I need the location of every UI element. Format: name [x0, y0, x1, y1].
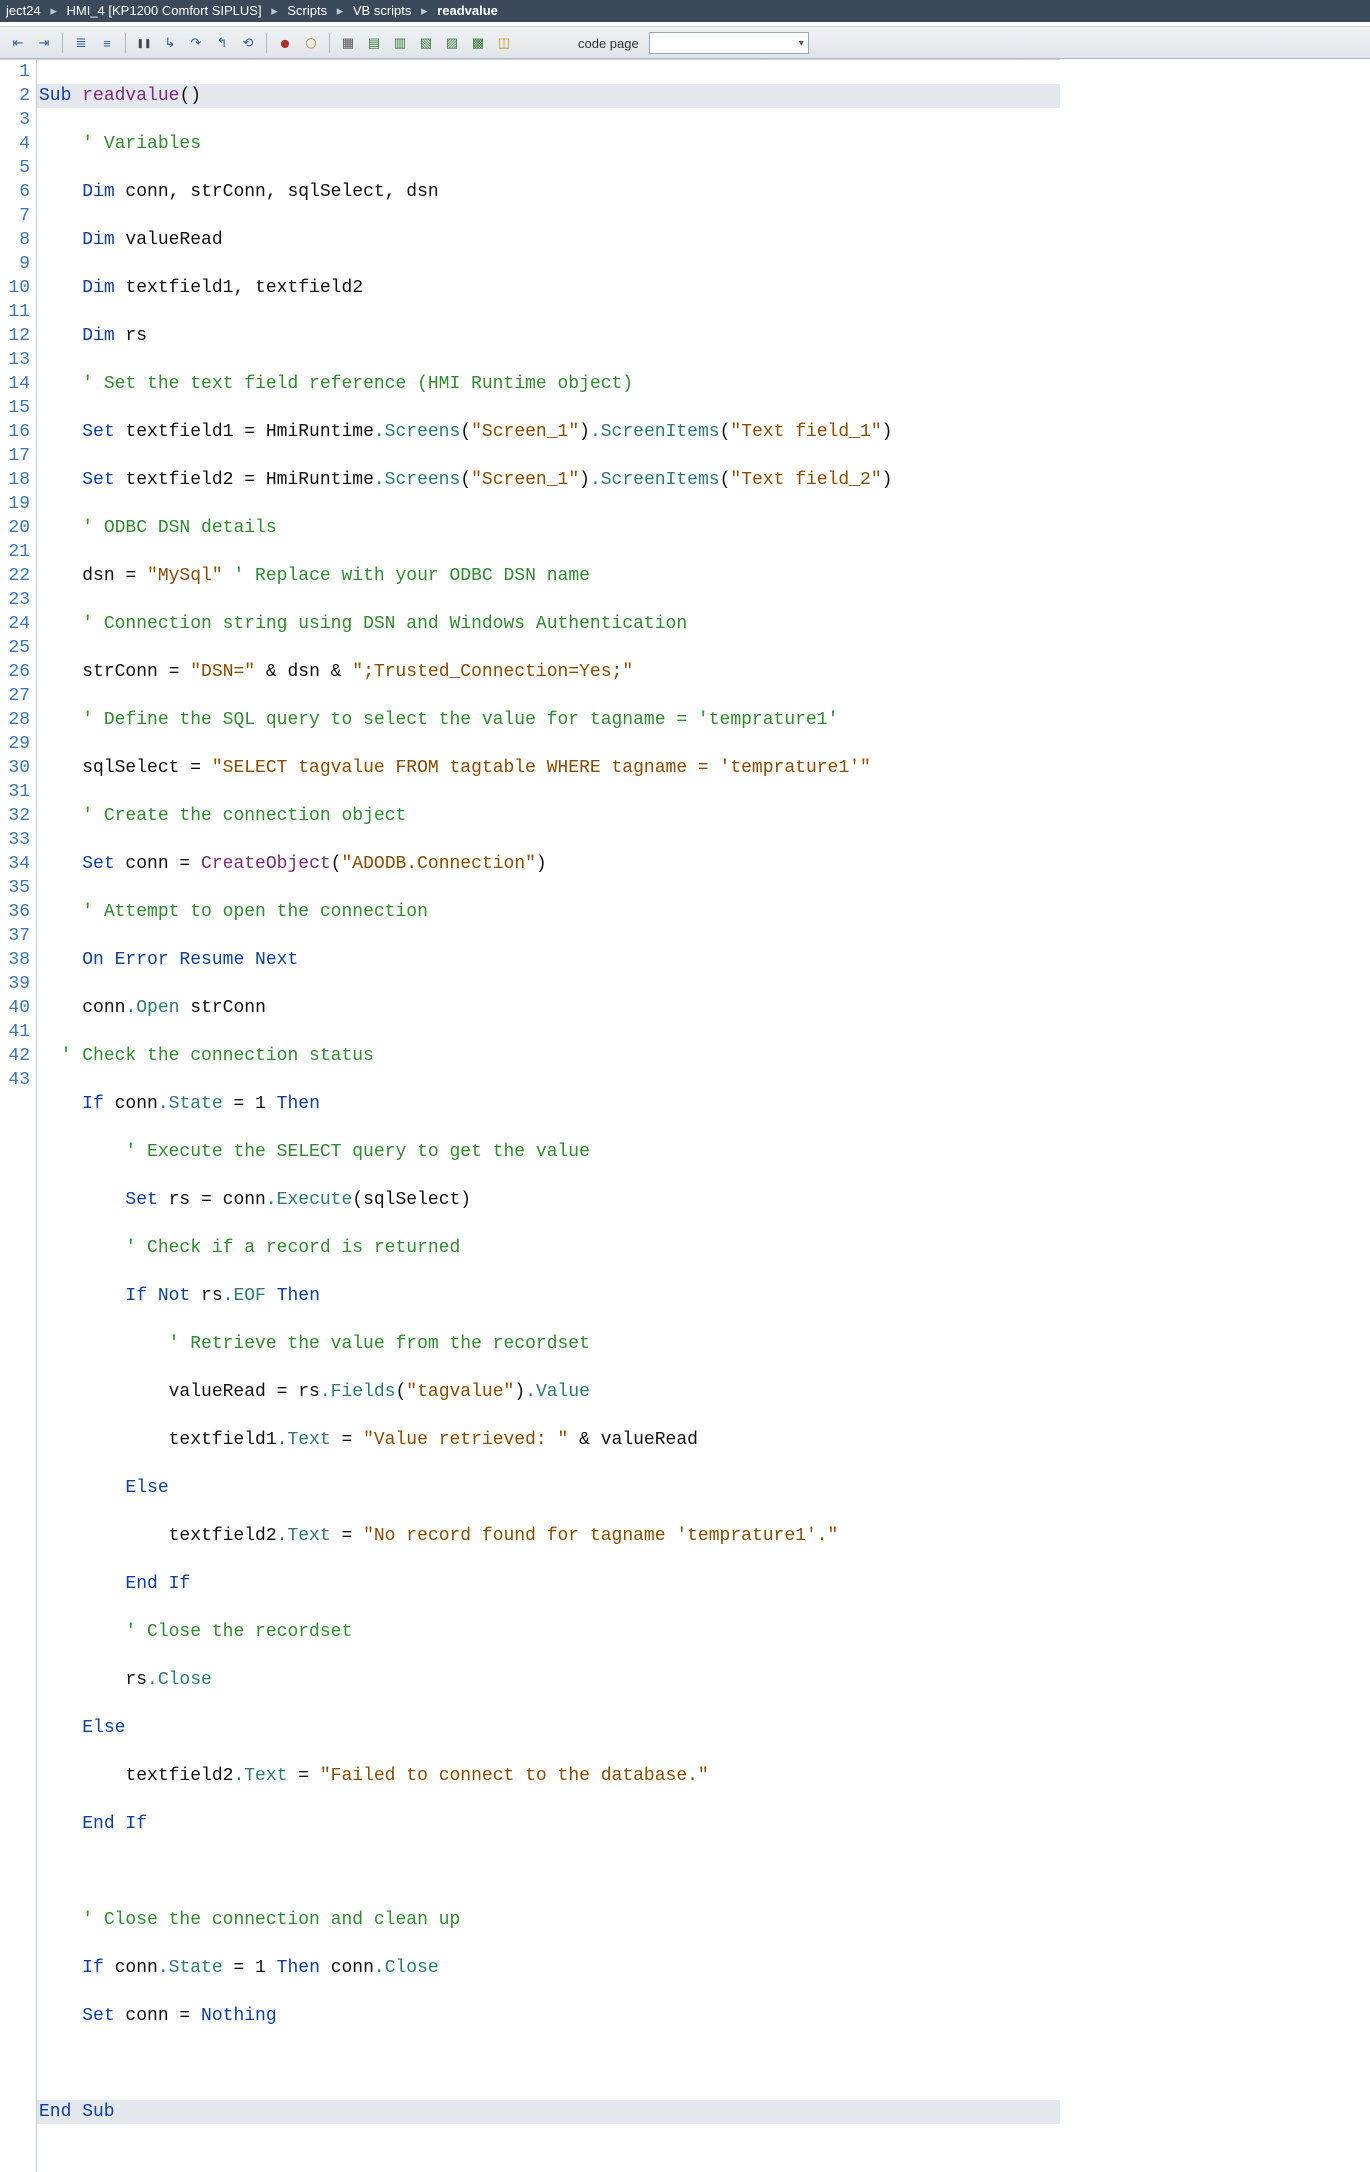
code-line: Set textfield1 = HmiRuntime.Screens("Scr…	[37, 420, 1060, 444]
script-toolbar: ⇤ ⇥ ≣ ≡ ❚❚ ↳ ↷ ↰ ⟲ ⬤ ◯ ▦ ▤ ▥ ▧ ▨ ▩ ◫ cod…	[0, 27, 1370, 59]
breakpoint-icon: ⬤	[281, 39, 290, 48]
code-line: End Sub	[37, 2100, 1060, 2124]
stop-icon: ⟲	[243, 35, 254, 51]
code-line: sqlSelect = "SELECT tagvalue FROM tagtab…	[37, 756, 1060, 780]
ref6-button[interactable]: ◫	[492, 31, 516, 55]
code-line: If conn.State = 1 Then conn.Close	[37, 1956, 1060, 1980]
step-over-button[interactable]: ↷	[184, 31, 208, 55]
code-line: dsn = "MySql" ' Replace with your ODBC D…	[37, 564, 1060, 588]
code-line	[37, 2052, 1060, 2076]
code-line: If conn.State = 1 Then	[37, 1092, 1060, 1116]
separator	[266, 33, 267, 53]
indent-icon: ⇥	[39, 35, 50, 51]
code-area[interactable]: Sub readvalue() ' Variables Dim conn, st…	[37, 60, 1060, 2172]
panel-icon: ▧	[420, 35, 432, 51]
comment-button[interactable]: ≣	[69, 31, 93, 55]
chevron-right-icon: ▸	[44, 0, 63, 22]
step-into-button[interactable]: ↳	[158, 31, 182, 55]
code-line: Dim conn, strConn, sqlSelect, dsn	[37, 180, 1060, 204]
code-line: textfield2.Text = "Failed to connect to …	[37, 1764, 1060, 1788]
code-line: ' Close the connection and clean up	[37, 1908, 1060, 1932]
code-line: Sub readvalue()	[37, 84, 1060, 108]
clear-breakpoint-button[interactable]: ◯	[299, 31, 323, 55]
panel-icon: ◫	[498, 35, 510, 51]
chevron-right-icon: ▸	[331, 0, 350, 22]
code-line: ' Execute the SELECT query to get the va…	[37, 1140, 1060, 1164]
code-line: ' Variables	[37, 132, 1060, 156]
chevron-right-icon: ▸	[265, 0, 284, 22]
code-line: End If	[37, 1572, 1060, 1596]
code-line: End If	[37, 1812, 1060, 1836]
ref5-button[interactable]: ▩	[466, 31, 490, 55]
panel-icon: ▤	[368, 35, 380, 51]
grid-button[interactable]: ▦	[336, 31, 360, 55]
code-line: Else	[37, 1476, 1060, 1500]
code-line: rs.Close	[37, 1668, 1060, 1692]
code-line: ' Close the recordset	[37, 1620, 1060, 1644]
code-line: ' Set the text field reference (HMI Runt…	[37, 372, 1060, 396]
ref4-button[interactable]: ▨	[440, 31, 464, 55]
step-out-button[interactable]: ↰	[210, 31, 234, 55]
codepage-label: code page	[578, 36, 639, 51]
code-line: Dim valueRead	[37, 228, 1060, 252]
breadcrumb-seg-scripts[interactable]: Scripts	[287, 3, 327, 18]
ref1-button[interactable]: ▤	[362, 31, 386, 55]
ref3-button[interactable]: ▧	[414, 31, 438, 55]
separator	[329, 33, 330, 53]
code-line: ' Retrieve the value from the recordset	[37, 1332, 1060, 1356]
breadcrumb-seg-current: readvalue	[437, 3, 498, 18]
list-icon: ≡	[103, 36, 111, 51]
outdent-icon: ⇤	[13, 35, 24, 51]
line-gutter: 1234567891011121314151617181920212223242…	[0, 60, 37, 2172]
outdent-button[interactable]: ⇤	[6, 31, 30, 55]
panel-icon: ▩	[472, 35, 484, 51]
code-line: valueRead = rs.Fields("tagvalue").Value	[37, 1380, 1060, 1404]
code-line: ' Check if a record is returned	[37, 1236, 1060, 1260]
panel-icon: ▥	[394, 35, 406, 51]
code-line: conn.Open strConn	[37, 996, 1060, 1020]
chevron-right-icon: ▸	[415, 0, 434, 22]
breadcrumb-seg-vbscripts[interactable]: VB scripts	[353, 3, 412, 18]
code-line: textfield2.Text = "No record found for t…	[37, 1524, 1060, 1548]
codepage-select[interactable]	[649, 32, 809, 54]
code-line: ' Attempt to open the connection	[37, 900, 1060, 924]
code-line: Set textfield2 = HmiRuntime.Screens("Scr…	[37, 468, 1060, 492]
code-line: On Error Resume Next	[37, 948, 1060, 972]
stop-button[interactable]: ⟲	[236, 31, 260, 55]
pause-button[interactable]: ❚❚	[132, 31, 156, 55]
code-line: ' Connection string using DSN and Window…	[37, 612, 1060, 636]
breadcrumb: ject24 ▸ HMI_4 [KP1200 Comfort SIPLUS] ▸…	[0, 0, 1370, 22]
step-into-icon: ↳	[165, 35, 176, 51]
breakpoint-button[interactable]: ⬤	[273, 31, 297, 55]
breadcrumb-seg-project[interactable]: ject24	[6, 3, 41, 18]
code-line: ' Define the SQL query to select the val…	[37, 708, 1060, 732]
code-line: ' ODBC DSN details	[37, 516, 1060, 540]
code-line: Set conn = CreateObject("ADODB.Connectio…	[37, 852, 1060, 876]
separator	[125, 33, 126, 53]
code-line: Dim textfield1, textfield2	[37, 276, 1060, 300]
code-line: strConn = "DSN=" & dsn & ";Trusted_Conne…	[37, 660, 1060, 684]
code-line: If Not rs.EOF Then	[37, 1284, 1060, 1308]
ref2-button[interactable]: ▥	[388, 31, 412, 55]
separator	[62, 33, 63, 53]
breadcrumb-seg-hmi[interactable]: HMI_4 [KP1200 Comfort SIPLUS]	[66, 3, 261, 18]
code-editor[interactable]: 1234567891011121314151617181920212223242…	[0, 59, 1060, 2172]
pause-icon: ❚❚	[136, 38, 151, 49]
code-line: Set rs = conn.Execute(sqlSelect)	[37, 1188, 1060, 1212]
code-line: Else	[37, 1716, 1060, 1740]
code-line: ' Create the connection object	[37, 804, 1060, 828]
code-line: textfield1.Text = "Value retrieved: " & …	[37, 1428, 1060, 1452]
clear-breakpoint-icon: ◯	[305, 38, 316, 49]
code-line: Dim rs	[37, 324, 1060, 348]
indent-button[interactable]: ⇥	[32, 31, 56, 55]
step-over-icon: ↷	[191, 35, 202, 51]
code-line	[37, 1860, 1060, 1884]
code-line: Set conn = Nothing	[37, 2004, 1060, 2028]
code-line: ' Check the connection status	[37, 1044, 1060, 1068]
step-out-icon: ↰	[217, 35, 228, 51]
panel-icon: ▨	[446, 35, 458, 51]
uncomment-button[interactable]: ≡	[95, 31, 119, 55]
list-icon: ≣	[76, 35, 87, 51]
grid-icon: ▦	[342, 35, 354, 51]
